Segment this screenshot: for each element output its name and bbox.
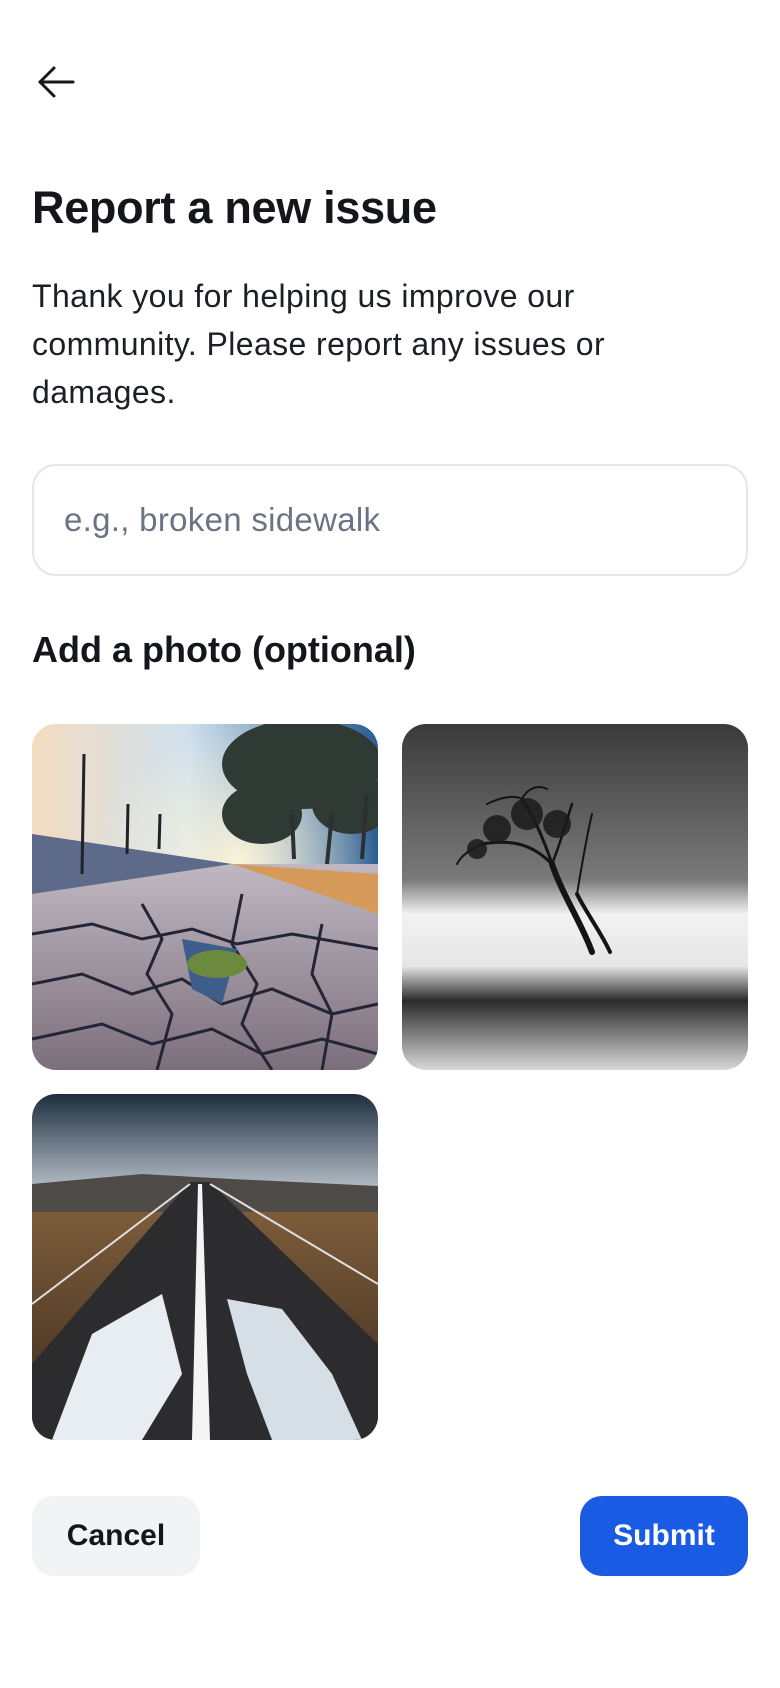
issue-input-container bbox=[32, 464, 748, 576]
submit-button[interactable]: Submit bbox=[580, 1496, 748, 1576]
photo-section-title: Add a photo (optional) bbox=[32, 629, 416, 670]
photo-image bbox=[402, 724, 748, 1070]
photo-option-lone-tree[interactable] bbox=[402, 724, 748, 1070]
issue-input[interactable] bbox=[34, 466, 746, 574]
cancel-button[interactable]: Cancel bbox=[32, 1496, 200, 1576]
report-issue-screen: Report a new issue Thank you for helping… bbox=[0, 0, 780, 1688]
page-title: Report a new issue bbox=[32, 182, 437, 233]
photo-option-damaged-road[interactable] bbox=[32, 1094, 378, 1440]
back-button[interactable] bbox=[30, 56, 82, 108]
page-description: Thank you for helping us improve our com… bbox=[32, 278, 606, 410]
arrow-left-icon bbox=[38, 66, 75, 98]
photo-image bbox=[32, 724, 378, 1070]
photo-option-cracked-sidewalk[interactable] bbox=[32, 724, 378, 1070]
photo-image bbox=[32, 1094, 378, 1440]
